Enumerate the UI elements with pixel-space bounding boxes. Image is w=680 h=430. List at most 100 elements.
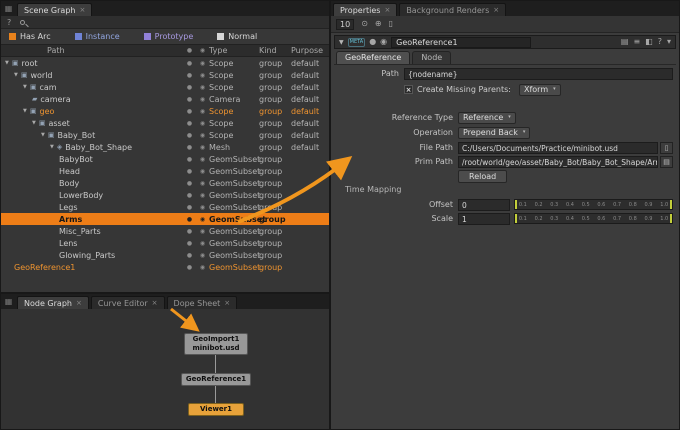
- state-icon[interactable]: ●: [183, 204, 196, 211]
- file-path-field[interactable]: C:/Users/Documents/Practice/minibot.usd: [458, 142, 658, 154]
- column-path[interactable]: Path: [1, 46, 183, 55]
- close-icon[interactable]: ×: [384, 6, 390, 14]
- expander-icon[interactable]: ▼: [50, 144, 54, 150]
- expander-icon[interactable]: ▼: [5, 60, 9, 66]
- visibility-icon[interactable]: ◉: [196, 264, 209, 271]
- create-missing-parents-dropdown[interactable]: Xform ▾: [519, 84, 561, 96]
- panel-menu-icon[interactable]: ▦: [3, 296, 14, 308]
- doc-icon[interactable]: ▤: [621, 37, 629, 47]
- visibility-icon[interactable]: ◉: [196, 132, 209, 139]
- state-icon[interactable]: ●: [183, 240, 196, 247]
- scenegraph-row-Arms[interactable]: Arms●◉GeomSubsetgroup: [1, 213, 329, 225]
- path-field[interactable]: {nodename}: [404, 68, 673, 80]
- expander-icon[interactable]: ▼: [32, 120, 36, 126]
- visibility-icon[interactable]: ◉: [196, 156, 209, 163]
- search-icon[interactable]: [20, 20, 25, 25]
- visibility-icon[interactable]: ◉: [196, 204, 209, 211]
- expander-icon[interactable]: ▼: [23, 108, 27, 114]
- scenegraph-row-Lens[interactable]: Lens●◉GeomSubsetgroup: [1, 237, 329, 249]
- visibility-icon[interactable]: ◉: [196, 228, 209, 235]
- scenegraph-row-camera[interactable]: ▰camera●◉Cameragroupdefault: [1, 93, 329, 105]
- tab-dope-sheet[interactable]: Dope Sheet ×: [167, 296, 238, 309]
- expander-icon[interactable]: ▼: [41, 132, 45, 138]
- expander-icon[interactable]: ▼: [339, 39, 344, 46]
- state-icon[interactable]: ●: [183, 72, 196, 79]
- state-icon[interactable]: ●: [183, 120, 196, 127]
- offset-timeline[interactable]: 0.10.20.30.40.50.60.70.80.91.0: [514, 199, 673, 210]
- scenegraph-row-Misc_Parts[interactable]: Misc_Parts●◉GeomSubsetgroup: [1, 225, 329, 237]
- scenegraph-row-cam[interactable]: ▼▣cam●◉Scopegroupdefault: [1, 81, 329, 93]
- prim-path-field[interactable]: /root/world/geo/asset/Baby_Bot/Baby_Bot_…: [458, 156, 658, 168]
- node-geoimport1[interactable]: GeoImport1 minibot.usd: [184, 333, 248, 355]
- state-icon[interactable]: ●: [183, 132, 196, 139]
- panel-menu-icon[interactable]: ▦: [3, 3, 14, 15]
- scenegraph-row-asset[interactable]: ▼▣asset●◉Scopegroupdefault: [1, 117, 329, 129]
- scale-timeline[interactable]: 0.10.20.30.40.50.60.70.80.91.0: [514, 213, 673, 224]
- browse-file-icon[interactable]: ▯: [660, 142, 673, 154]
- column-kind[interactable]: Kind: [259, 46, 291, 55]
- scenegraph-row-world[interactable]: ▼▣world●◉Scopegroupdefault: [1, 69, 329, 81]
- create-missing-parents-checkbox[interactable]: ×: [404, 85, 413, 94]
- node-graph-canvas[interactable]: GeoImport1 minibot.usd GeoReference1 Vie…: [1, 309, 329, 429]
- node-name-field[interactable]: GeoReference1: [391, 37, 531, 48]
- visibility-icon[interactable]: ◉: [196, 96, 209, 103]
- state-icon[interactable]: ●: [183, 264, 196, 271]
- tab-curve-editor[interactable]: Curve Editor ×: [91, 296, 165, 309]
- state-icon[interactable]: ●: [183, 216, 196, 223]
- eye-icon[interactable]: ◉: [380, 37, 387, 47]
- add-icon[interactable]: ⊕: [375, 19, 382, 29]
- close-icon[interactable]: ×: [224, 299, 230, 307]
- visibility-icon[interactable]: ◉: [196, 216, 209, 223]
- offset-field[interactable]: 0: [458, 199, 510, 211]
- close-icon[interactable]: ×: [493, 6, 499, 14]
- tab-node[interactable]: Node: [412, 51, 451, 64]
- menu-icon[interactable]: ≡: [633, 37, 640, 47]
- scenegraph-row-Glowing_Parts[interactable]: Glowing_Parts●◉GeomSubsetgroup: [1, 249, 329, 261]
- help-icon[interactable]: ?: [7, 18, 11, 27]
- scenegraph-row-Baby_Bot_Shape[interactable]: ▼◈Baby_Bot_Shape●◉Meshgroupdefault: [1, 141, 329, 153]
- state-icon[interactable]: ●: [183, 60, 196, 67]
- reload-button[interactable]: Reload: [458, 170, 507, 183]
- scenegraph-row-root[interactable]: ▼▣root●◉Scopegroupdefault: [1, 57, 329, 69]
- scenegraph-row-Head[interactable]: Head●◉GeomSubsetgroup: [1, 165, 329, 177]
- state-icon[interactable]: ●: [183, 168, 196, 175]
- visibility-icon[interactable]: ◉: [196, 192, 209, 199]
- tab-georeference[interactable]: GeoReference: [336, 51, 410, 64]
- state-icon[interactable]: ●: [183, 180, 196, 187]
- operation-dropdown[interactable]: Prepend Back ▾: [458, 127, 530, 139]
- tab-properties[interactable]: Properties ×: [333, 3, 397, 16]
- state-icon[interactable]: ●: [183, 108, 196, 115]
- tab-scene-graph[interactable]: Scene Graph ×: [17, 3, 92, 16]
- close-icon[interactable]: ×: [152, 299, 158, 307]
- node-georeference1[interactable]: GeoReference1: [181, 373, 251, 386]
- column-type[interactable]: Type: [209, 46, 259, 55]
- recent-count-field[interactable]: 10: [336, 19, 354, 30]
- visibility-icon[interactable]: ◉: [196, 168, 209, 175]
- state-icon[interactable]: ●: [183, 156, 196, 163]
- visibility-icon[interactable]: ◉: [196, 108, 209, 115]
- scenegraph-row-LowerBody[interactable]: LowerBody●◉GeomSubsetgroup: [1, 189, 329, 201]
- more-icon[interactable]: ▾: [667, 37, 671, 47]
- scenegraph-row-Legs[interactable]: Legs●◉GeomSubsetgroup: [1, 201, 329, 213]
- visibility-icon[interactable]: ◉: [196, 240, 209, 247]
- edit-icon[interactable]: ▯: [389, 19, 393, 29]
- visibility-icon[interactable]: ◉: [196, 180, 209, 187]
- state-icon[interactable]: ●: [369, 37, 376, 47]
- node-viewer1[interactable]: Viewer1: [188, 403, 244, 416]
- scale-field[interactable]: 1: [458, 213, 510, 225]
- pin-icon[interactable]: ⊙: [361, 19, 368, 29]
- state-icon[interactable]: ●: [183, 192, 196, 199]
- expander-icon[interactable]: ▼: [23, 84, 27, 90]
- column-purpose[interactable]: Purpose: [291, 46, 329, 55]
- state-icon[interactable]: ●: [183, 228, 196, 235]
- visibility-icon[interactable]: ◉: [196, 60, 209, 67]
- visibility-icon[interactable]: ◉: [196, 144, 209, 151]
- scenegraph-row-GeoReference1[interactable]: GeoReference1●◉GeomSubsetgroup: [1, 261, 329, 273]
- visibility-icon[interactable]: ◉: [196, 72, 209, 79]
- reference-type-dropdown[interactable]: Reference ▾: [458, 112, 516, 124]
- split-view-icon[interactable]: ◧: [645, 37, 653, 47]
- close-icon[interactable]: ×: [79, 6, 85, 14]
- state-icon[interactable]: ●: [183, 84, 196, 91]
- close-icon[interactable]: ×: [76, 299, 82, 307]
- scenegraph-row-BabyBot[interactable]: BabyBot●◉GeomSubsetgroup: [1, 153, 329, 165]
